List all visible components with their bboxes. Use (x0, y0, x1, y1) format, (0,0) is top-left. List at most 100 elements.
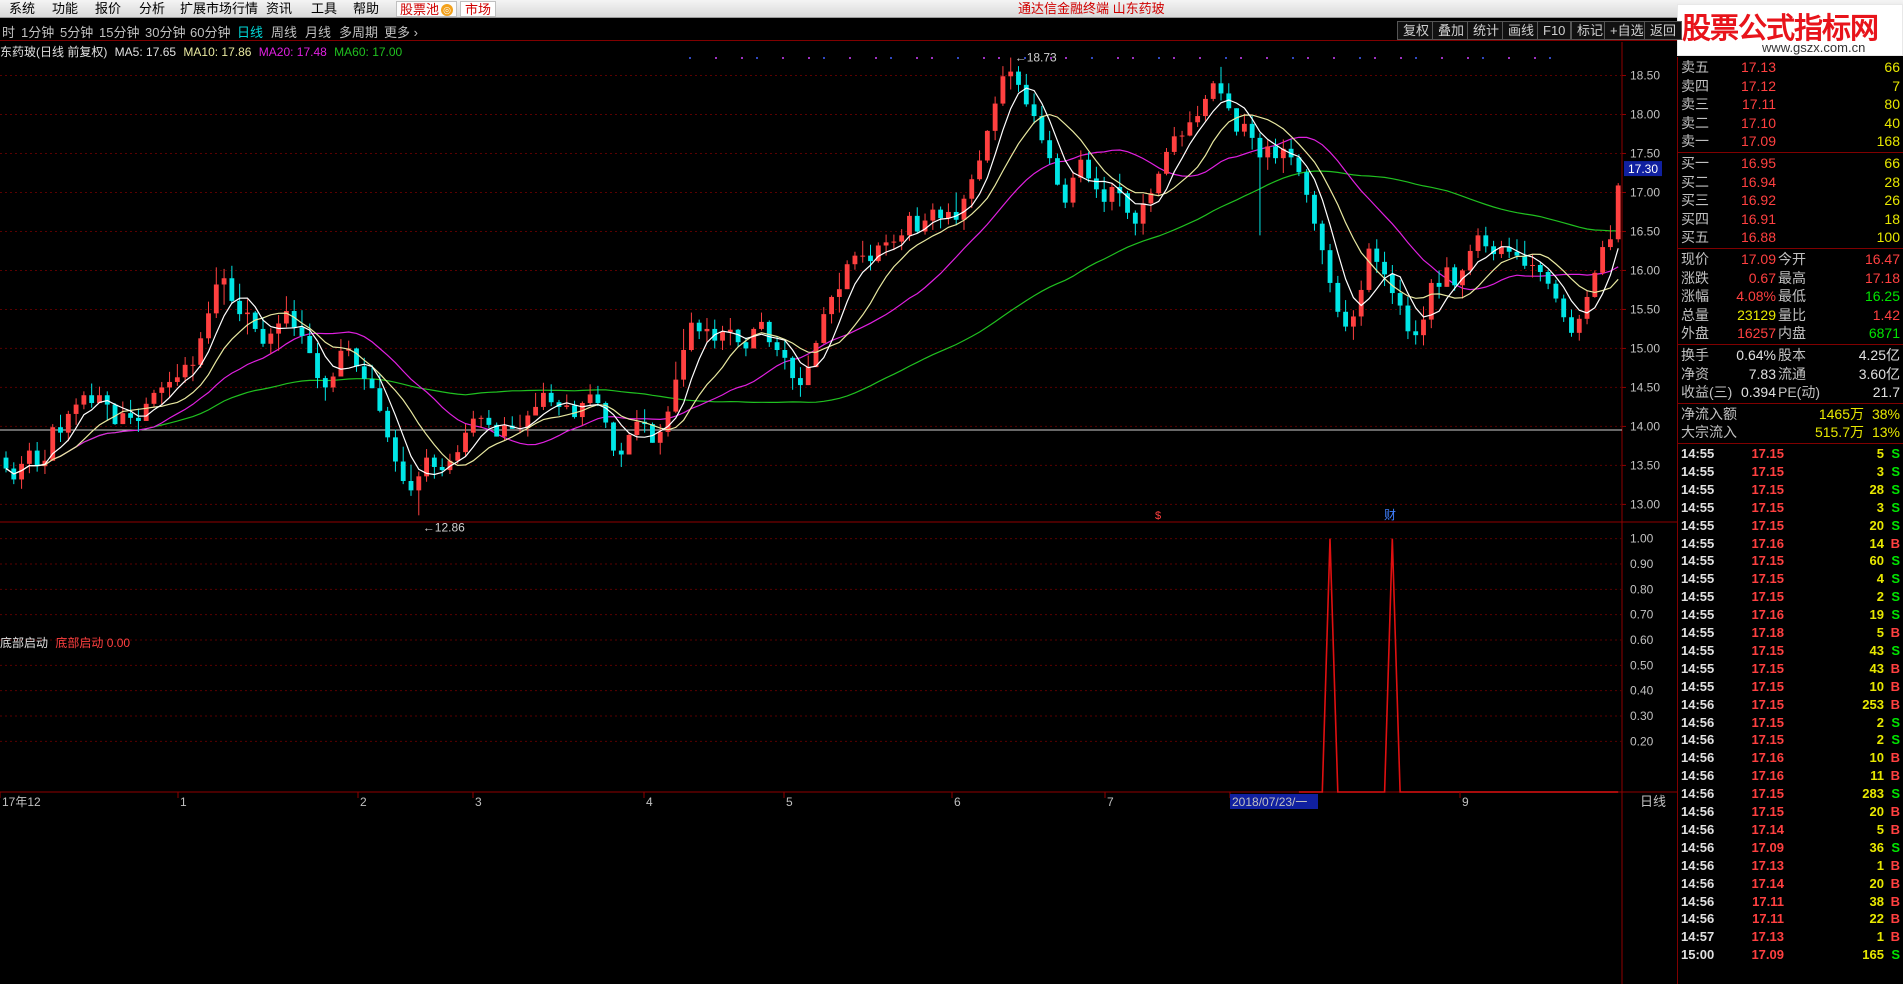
current-price-label: 17.30 (1628, 162, 1658, 176)
tick-side: S (1891, 589, 1900, 605)
candle-body (548, 392, 554, 403)
tick-price: 17.15 (1751, 463, 1784, 479)
menu-analysis[interactable]: 分析 (139, 0, 165, 18)
period-weekly[interactable]: 周线 (271, 22, 297, 41)
back-button[interactable]: 返回 (1644, 21, 1683, 40)
period-monthly[interactable]: 月线 (305, 22, 331, 41)
candle-body (595, 394, 601, 404)
menu-extended-market[interactable]: 扩展市场行情 (180, 0, 258, 18)
candle-body (1545, 272, 1551, 284)
tick-row: 14:56 17.15 253 B (1678, 696, 1903, 714)
candle-body (696, 322, 702, 332)
stat2-row: 换手 0.64% 股本 4.25亿 (1678, 346, 1903, 364)
candle-body (1093, 178, 1099, 190)
market-button[interactable]: 市场 (460, 1, 497, 17)
candle-body (65, 413, 71, 433)
candle-body (704, 328, 710, 332)
stat-row: 涨跌 0.67 最高 17.18 (1678, 269, 1903, 287)
period-1min[interactable]: 1分钟 (21, 22, 54, 41)
candle-body (790, 357, 796, 379)
ma5-line (5, 87, 1619, 476)
tick-time: 14:57 (1681, 929, 1715, 945)
tick-side: B (1890, 535, 1900, 551)
candle-body (1366, 248, 1372, 290)
menu-function[interactable]: 功能 (52, 0, 78, 18)
candle-body (377, 388, 383, 411)
period-5min[interactable]: 5分钟 (60, 22, 93, 41)
ask-label: 卖二 (1681, 114, 1709, 131)
price-tick-label: 13.50 (1630, 458, 1660, 472)
bid-label: 买一 (1681, 155, 1709, 171)
ask-volume: 40 (1884, 114, 1900, 131)
candle-body (798, 378, 803, 386)
tick-volume: 14 (1869, 535, 1884, 551)
candle-body (455, 452, 461, 461)
menu-tools[interactable]: 工具 (311, 0, 337, 18)
period-more[interactable]: 更多 (384, 22, 418, 41)
candle-body (315, 353, 320, 379)
tick-time: 14:55 (1681, 499, 1715, 515)
tick-row: 14:55 17.16 19 S (1678, 606, 1903, 624)
period-daily[interactable]: 日线 (237, 22, 263, 41)
event-dot (1415, 57, 1417, 59)
tick-row: 14:55 17.15 28 S (1678, 481, 1903, 499)
x-tick-label: 2 (360, 795, 367, 809)
candle-body (938, 209, 944, 219)
tick-price: 17.16 (1751, 607, 1784, 623)
candle-body (868, 255, 873, 262)
tick-time: 14:56 (1681, 804, 1715, 819)
candle-body (1569, 317, 1574, 333)
tick-time: 14:55 (1681, 678, 1715, 694)
period-60min[interactable]: 60分钟 (190, 22, 230, 41)
period-30min[interactable]: 30分钟 (145, 22, 185, 41)
tool-draw-button[interactable]: 画线 (1502, 21, 1541, 40)
candle-body (891, 241, 897, 243)
tick-volume: 5 (1876, 821, 1884, 837)
finance-mark: 财 (1384, 508, 1396, 522)
candle-body (34, 450, 40, 467)
candle-body (961, 198, 967, 220)
tick-row: 14:56 17.09 36 S (1678, 839, 1903, 857)
event-dot (1307, 57, 1309, 59)
ask-volume: 80 (1884, 96, 1900, 113)
candle-body (977, 160, 982, 180)
tool-overlay-button[interactable]: 叠加 (1432, 21, 1471, 40)
kline-chart[interactable]: 18.50 18.00 17.50 17.00 16.50 16.00 15.50 15.00… (0, 42, 1677, 984)
menu-system[interactable]: 系统 (9, 0, 35, 18)
tool-adjust-button[interactable]: 复权 (1397, 21, 1436, 40)
tick-row: 14:55 17.16 14 B (1678, 535, 1903, 553)
period-15min[interactable]: 15分钟 (99, 22, 139, 41)
candle-body (1273, 146, 1278, 159)
tick-time: 14:55 (1681, 463, 1715, 479)
tool-stats-button[interactable]: 统计 (1467, 21, 1506, 40)
stock-pool-button[interactable]: 股票池 ◎ (396, 1, 458, 17)
menu-bar: 系统 功能 报价 分析 扩展市场行情 资讯 工具 帮助 股票池 ◎ 市场 通达信金… (0, 0, 1903, 18)
tool-f10-button[interactable]: F10 (1537, 21, 1572, 40)
add-watchlist-button[interactable]: +自选 (1604, 21, 1650, 40)
bid-row: 买一 16.95 66 (1678, 154, 1903, 172)
tick-time: 14:55 (1681, 660, 1715, 676)
price-tick-label: 17.50 (1630, 146, 1660, 160)
tick-volume: 20 (1869, 517, 1884, 533)
period-intraday[interactable]: 时 (2, 22, 15, 41)
tick-price: 17.15 (1751, 678, 1784, 694)
flow-pct: 38% (1871, 405, 1900, 422)
tick-price: 17.13 (1751, 929, 1784, 945)
event-dot (823, 57, 825, 59)
candle-body (1382, 261, 1387, 275)
candle-body (1615, 185, 1621, 240)
tick-price: 17.14 (1751, 875, 1784, 891)
menu-help[interactable]: 帮助 (353, 0, 379, 18)
tick-price: 17.15 (1751, 481, 1784, 497)
tick-side: B (1890, 696, 1900, 712)
ask-price: 17.09 (1740, 133, 1776, 150)
event-dot (1508, 57, 1510, 59)
menu-news[interactable]: 资讯 (266, 0, 292, 18)
candle-body (1195, 116, 1201, 123)
candle-body (992, 103, 998, 131)
menu-quote[interactable]: 报价 (95, 0, 121, 18)
tick-row: 14:56 17.15 283 S (1678, 785, 1903, 803)
ask-label: 卖三 (1681, 96, 1709, 113)
period-multi[interactable]: 多周期 (339, 22, 378, 41)
flow-row: 净流入额 1465万 38% (1678, 405, 1903, 423)
